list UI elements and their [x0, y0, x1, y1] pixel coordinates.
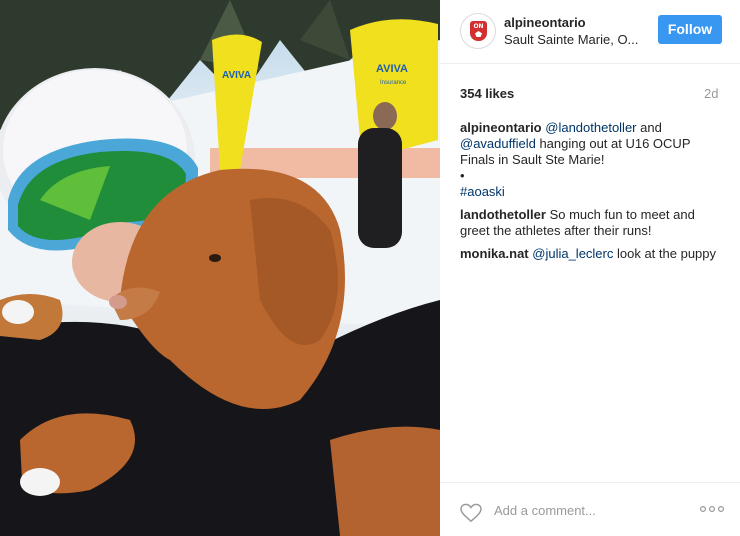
profile-avatar[interactable]: ON [460, 13, 496, 49]
ellipsis-icon[interactable] [700, 505, 724, 513]
comment-text: look at the puppy [613, 246, 717, 261]
post-location[interactable]: Sault Sainte Marie, O... [504, 32, 644, 47]
maple-leaf-icon [475, 31, 482, 37]
post-details-panel: ON alpineontario Sault Sainte Marie, O..… [440, 0, 740, 536]
heart-icon[interactable] [460, 503, 482, 523]
post-time-ago[interactable]: 2d [704, 86, 718, 101]
banner-sub-text: Insurance [380, 80, 407, 86]
post-username[interactable]: alpineontario [504, 15, 586, 30]
likes-count[interactable]: 354 likes [460, 86, 514, 101]
comment-mention[interactable]: @julia_leclerc [532, 246, 613, 261]
avatar-badge-text: ON [473, 23, 484, 30]
add-comment-input[interactable]: Add a comment... [494, 503, 596, 518]
comments-list: alpineontario @landothetoller and @avadu… [460, 120, 722, 269]
comment-item: monika.nat @julia_leclerc look at the pu… [460, 246, 722, 262]
add-comment-bar: Add a comment... [440, 482, 740, 536]
comment-username[interactable]: monika.nat [460, 246, 529, 261]
follow-button[interactable]: Follow [658, 15, 722, 44]
post-header: ON alpineontario Sault Sainte Marie, O..… [440, 0, 740, 64]
comment-item: landothetoller So much fun to meet and g… [460, 207, 722, 239]
comment-username[interactable]: landothetoller [460, 207, 546, 222]
comment-text: and [636, 120, 662, 135]
comment-hashtag[interactable]: #aoaski [460, 184, 722, 200]
photo-illustration: AVIVA AVIVA Insurance [0, 0, 440, 536]
comment-username[interactable]: alpineontario [460, 120, 542, 135]
comment-item: alpineontario @landothetoller and @avadu… [460, 120, 722, 200]
banner-text-right: AVIVA [376, 63, 408, 75]
comment-mention[interactable]: @avaduffield [460, 136, 536, 151]
post-photo[interactable]: AVIVA AVIVA Insurance [0, 0, 440, 536]
comment-bullet: • [460, 168, 465, 183]
comment-mention[interactable]: @landothetoller [545, 120, 636, 135]
shield-logo-icon: ON [470, 21, 487, 41]
banner-text-left: AVIVA [222, 70, 251, 81]
